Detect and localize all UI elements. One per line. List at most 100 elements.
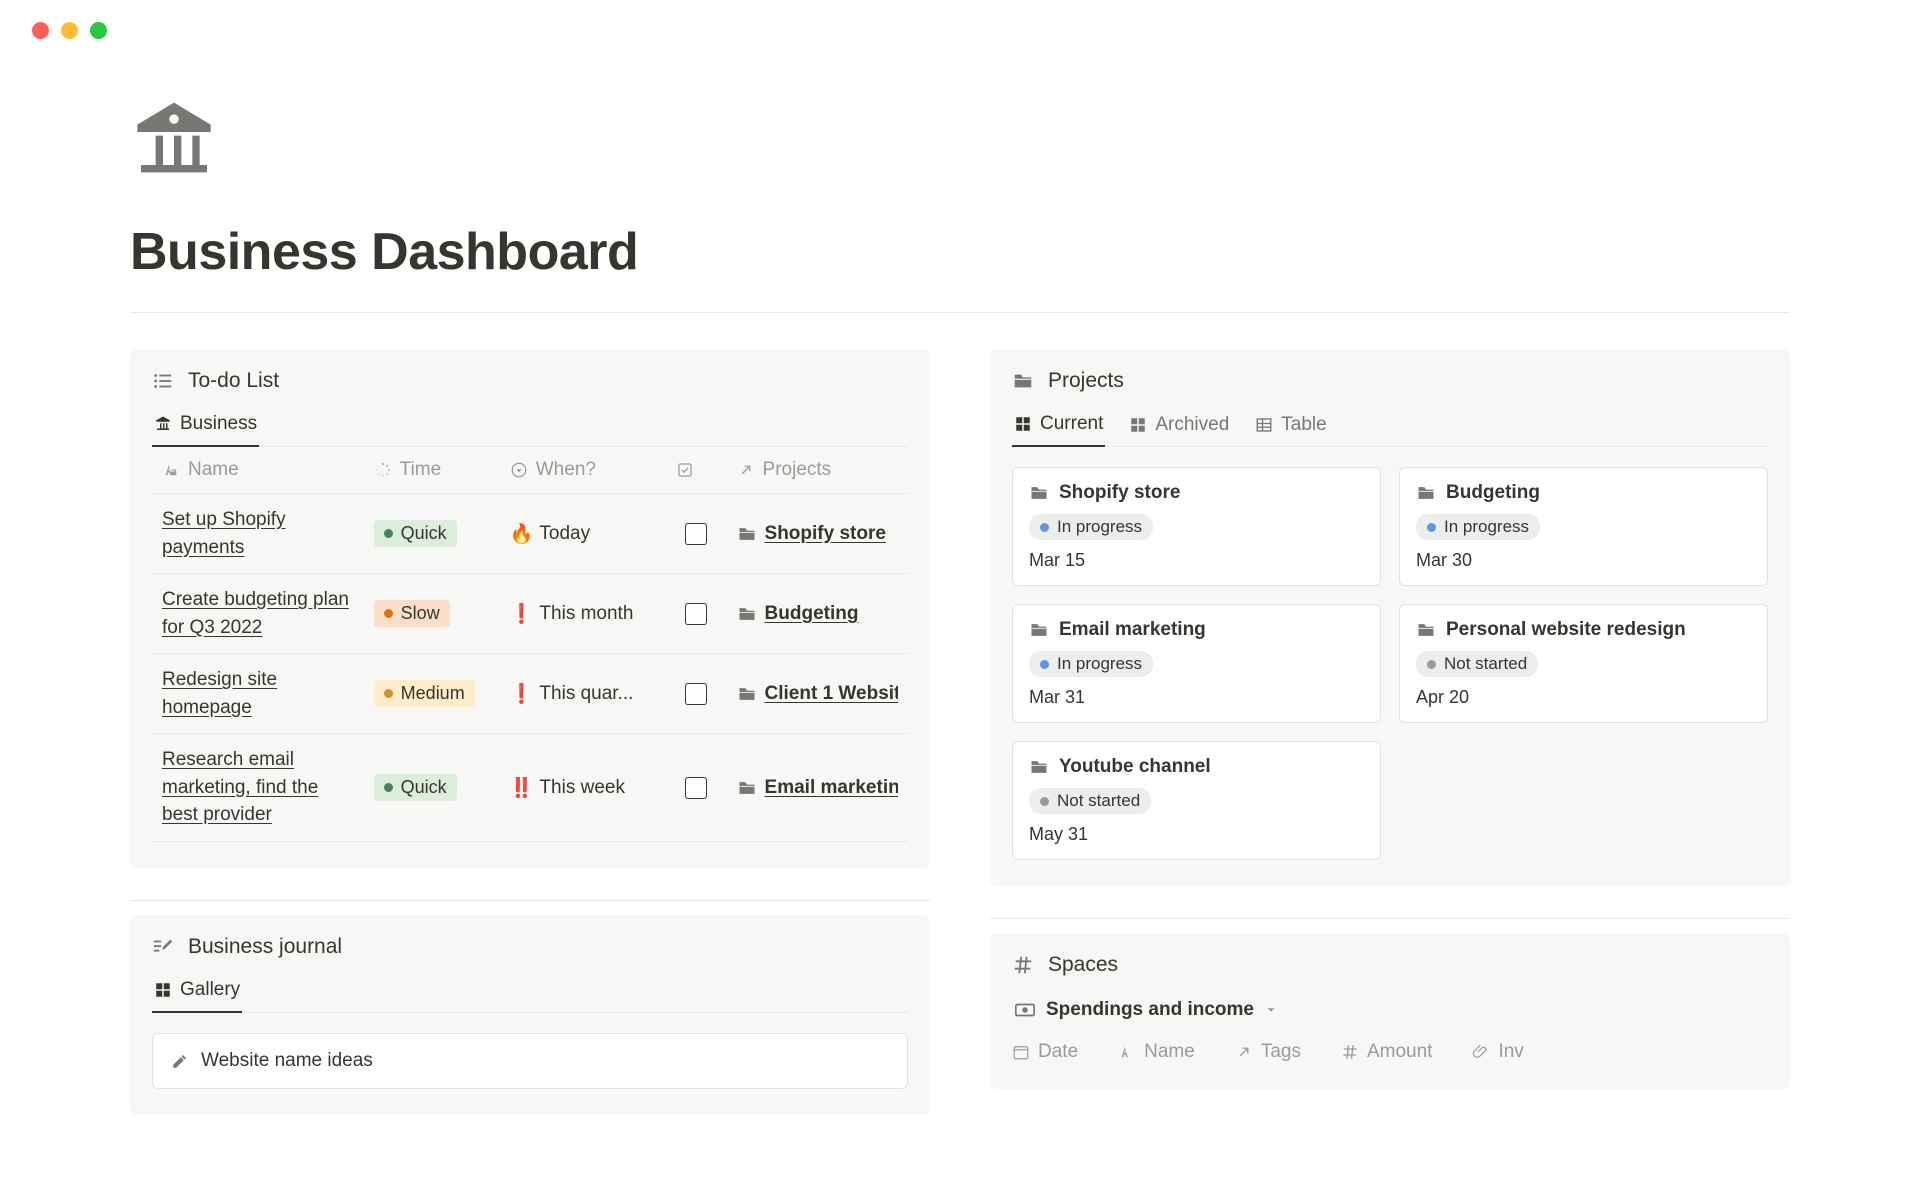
folder-icon — [1012, 370, 1034, 392]
journal-card-title: Website name ideas — [201, 1050, 373, 1072]
col-checkbox[interactable] — [666, 447, 726, 494]
projects-panel-header[interactable]: Projects — [1012, 369, 1768, 393]
card-title: Email marketing — [1029, 619, 1364, 641]
todo-panel-header[interactable]: To-do List — [152, 369, 908, 393]
project-link[interactable]: Budgeting — [737, 603, 898, 625]
tab-archived[interactable]: Archived — [1127, 405, 1231, 446]
task-name[interactable]: Redesign site homepage — [162, 666, 354, 721]
col-date[interactable]: Date — [1012, 1041, 1078, 1063]
col-invoice[interactable]: Inv — [1472, 1041, 1523, 1063]
col-name[interactable]: Name — [1118, 1041, 1195, 1063]
number-icon — [1341, 1043, 1359, 1061]
project-card[interactable]: Youtube channel Not started May 31 — [1012, 741, 1381, 860]
projects-panel: Projects Current Archived Table Shopify st… — [990, 349, 1790, 886]
table-row[interactable]: Research email marketing, find the best … — [152, 734, 908, 842]
journal-panel: Business journal Gallery Website name id… — [130, 915, 930, 1115]
time-tag[interactable]: Quick — [374, 520, 457, 547]
attachment-icon — [1472, 1043, 1490, 1061]
when-cell[interactable]: ‼️This week — [510, 776, 656, 800]
checkbox[interactable] — [685, 603, 707, 625]
spaces-panel-header[interactable]: Spaces — [1012, 953, 1768, 977]
page-icon[interactable] — [130, 99, 1790, 192]
card-title: Shopify store — [1029, 482, 1364, 504]
projects-title: Projects — [1048, 369, 1124, 393]
tab-label: Archived — [1155, 414, 1229, 436]
divider — [130, 900, 930, 901]
relation-icon — [1235, 1043, 1253, 1061]
col-tags[interactable]: Tags — [1235, 1041, 1301, 1063]
journal-view-tabs: Gallery — [152, 971, 908, 1013]
time-tag[interactable]: Medium — [374, 680, 475, 707]
table-row[interactable]: Create budgeting plan for Q3 2022 Slow ❗Th… — [152, 574, 908, 654]
checkbox-icon — [676, 461, 694, 479]
time-tag[interactable]: Quick — [374, 774, 457, 801]
when-cell[interactable]: ❗This month — [510, 602, 656, 626]
calendar-icon — [1012, 1043, 1030, 1061]
project-link[interactable]: Client 1 Websit — [737, 683, 898, 705]
when-cell[interactable]: 🔥Today — [510, 522, 656, 546]
journal-title: Business journal — [188, 935, 342, 959]
card-title: Youtube channel — [1029, 756, 1364, 778]
list-icon — [152, 370, 174, 392]
card-title: Personal website redesign — [1416, 619, 1751, 641]
status-pill: In progress — [1416, 514, 1540, 540]
left-column: To-do List Business Name Time When? — [130, 349, 930, 1147]
task-name[interactable]: Research email marketing, find the best … — [162, 746, 354, 829]
table-row[interactable]: Redesign site homepage Medium ❗This quar..… — [152, 654, 908, 734]
card-date: May 31 — [1029, 824, 1364, 845]
minimize-window-icon[interactable] — [61, 22, 78, 39]
project-card[interactable]: Shopify storeIn progressMar 15 — [1012, 467, 1381, 586]
checkbox[interactable] — [685, 523, 707, 545]
chevron-down-icon — [1264, 1003, 1278, 1017]
table-header-row: Name Time When? Projects — [152, 447, 908, 494]
tab-current[interactable]: Current — [1012, 405, 1105, 447]
project-link[interactable]: Email marketing — [737, 777, 898, 799]
project-card[interactable]: BudgetingIn progressMar 30 — [1399, 467, 1768, 586]
journal-panel-header[interactable]: Business journal — [152, 935, 908, 959]
tab-gallery[interactable]: Gallery — [152, 971, 242, 1013]
building-icon — [130, 99, 218, 187]
spaces-subview[interactable]: Spendings and income — [1012, 989, 1280, 1031]
close-window-icon[interactable] — [32, 22, 49, 39]
task-name[interactable]: Create budgeting plan for Q3 2022 — [162, 586, 354, 641]
tab-label: Table — [1281, 414, 1326, 436]
todo-table: Name Time When? Projects Set up Shopify … — [152, 447, 908, 842]
time-tag[interactable]: Slow — [374, 600, 450, 627]
when-cell[interactable]: ❗This quar... — [510, 682, 656, 706]
col-amount[interactable]: Amount — [1341, 1041, 1432, 1063]
card-date: Apr 20 — [1416, 687, 1751, 708]
journal-card[interactable]: Website name ideas — [152, 1033, 908, 1089]
spaces-subview-label: Spendings and income — [1046, 999, 1254, 1021]
divider — [990, 918, 1790, 919]
col-name[interactable]: Name — [152, 447, 364, 494]
spaces-table-headers: Date Name Tags Amount Inv — [1012, 1031, 1768, 1063]
checkbox[interactable] — [685, 683, 707, 705]
status-pill: Not started — [1029, 788, 1151, 814]
todo-title: To-do List — [188, 369, 279, 393]
gallery-icon — [154, 981, 172, 999]
tab-table[interactable]: Table — [1253, 405, 1328, 446]
table-row[interactable]: Set up Shopify payments Quick 🔥Today Shopif… — [152, 494, 908, 574]
project-card[interactable]: Email marketingIn progressMar 31 — [1012, 604, 1381, 723]
col-when[interactable]: When? — [500, 447, 666, 494]
card-date: Mar 31 — [1029, 687, 1364, 708]
projects-view-tabs: Current Archived Table — [1012, 405, 1768, 447]
project-card[interactable]: Personal website redesignNot startedApr … — [1399, 604, 1768, 723]
maximize-window-icon[interactable] — [90, 22, 107, 39]
task-name[interactable]: Set up Shopify payments — [162, 506, 354, 561]
spaces-title: Spaces — [1048, 953, 1118, 977]
col-projects[interactable]: Projects — [727, 447, 908, 494]
col-time[interactable]: Time — [364, 447, 500, 494]
tab-business[interactable]: Business — [152, 405, 259, 447]
checkbox[interactable] — [685, 777, 707, 799]
project-link[interactable]: Shopify store — [737, 523, 898, 545]
text-icon — [1118, 1043, 1136, 1061]
projects-gallery: Shopify storeIn progressMar 15BudgetingI… — [1012, 447, 1768, 860]
spaces-panel: Spaces Spendings and income Date Name Ta… — [990, 933, 1790, 1089]
todo-panel: To-do List Business Name Time When? — [130, 349, 930, 868]
pencil-list-icon — [152, 936, 174, 958]
window-traffic-lights — [0, 0, 1920, 39]
select-icon — [510, 461, 528, 479]
hash-icon — [1012, 954, 1034, 976]
card-date: Mar 15 — [1029, 550, 1364, 571]
